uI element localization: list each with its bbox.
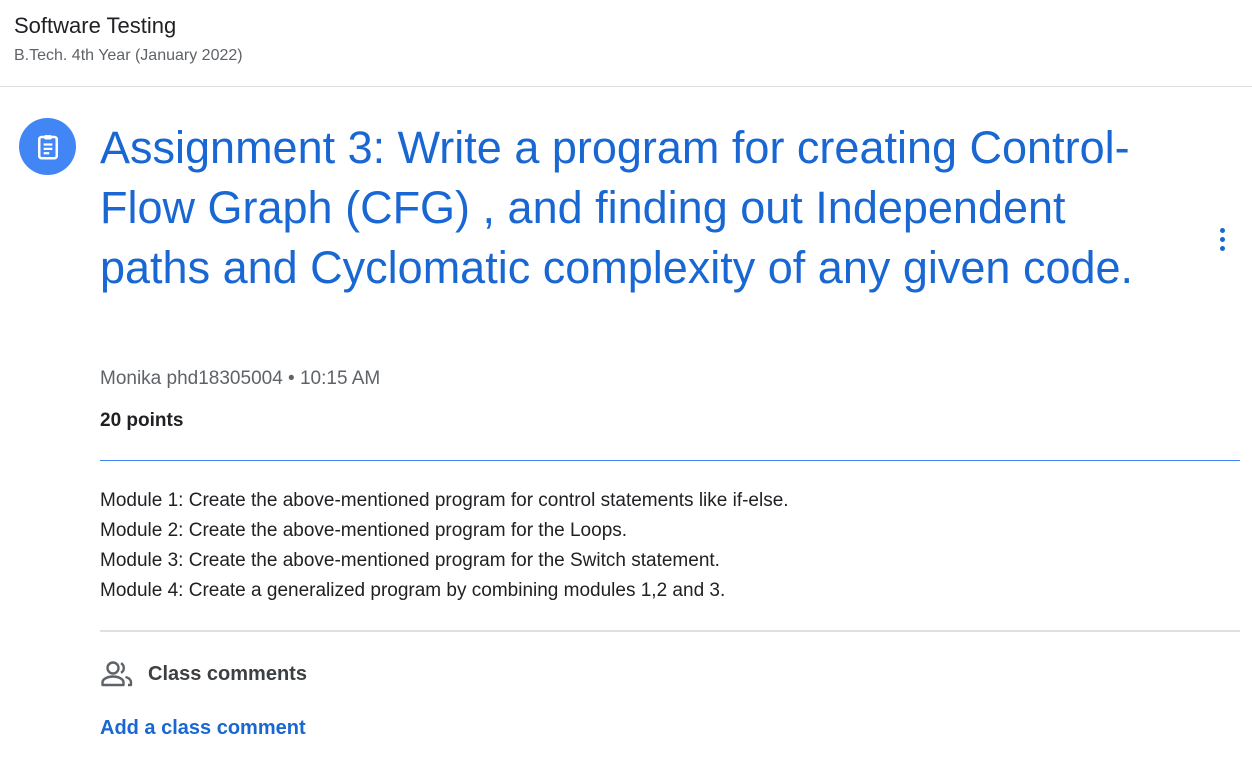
course-header: Software Testing B.Tech. 4th Year (Janua… (0, 0, 1252, 87)
author-name: Monika phd18305004 (100, 368, 283, 389)
assignment-title: Assignment 3: Write a program for creati… (100, 122, 1134, 293)
course-section: B.Tech. 4th Year (January 2022) (14, 47, 243, 64)
assignment-icon (19, 118, 76, 175)
more-vert-icon (1219, 227, 1225, 233)
assignment-points: 20 points (100, 410, 184, 431)
title-divider (100, 460, 1240, 461)
people-icon (101, 661, 133, 687)
module-line: Module 1: Create the above-mentioned pro… (100, 490, 789, 511)
assignment-meta: Monika phd18305004 • 10:15 AM (100, 366, 380, 392)
more-options-button[interactable] (1208, 222, 1236, 256)
class-comments-label: Class comments (148, 662, 307, 685)
assignment-description: Module 1: Create the above-mentioned pro… (100, 486, 789, 606)
comments-divider (100, 630, 1240, 632)
module-line: Module 2: Create the above-mentioned pro… (100, 520, 628, 541)
class-comments-header: Class comments (100, 658, 307, 690)
add-class-comment-link[interactable]: Add a class comment (100, 714, 306, 742)
module-line: Module 4: Create a generalized program b… (100, 580, 726, 601)
course-title[interactable]: Software Testing (14, 12, 176, 40)
post-time: 10:15 AM (299, 368, 381, 389)
module-line: Module 3: Create the above-mentioned pro… (100, 550, 720, 571)
meta-separator: • (282, 368, 300, 389)
